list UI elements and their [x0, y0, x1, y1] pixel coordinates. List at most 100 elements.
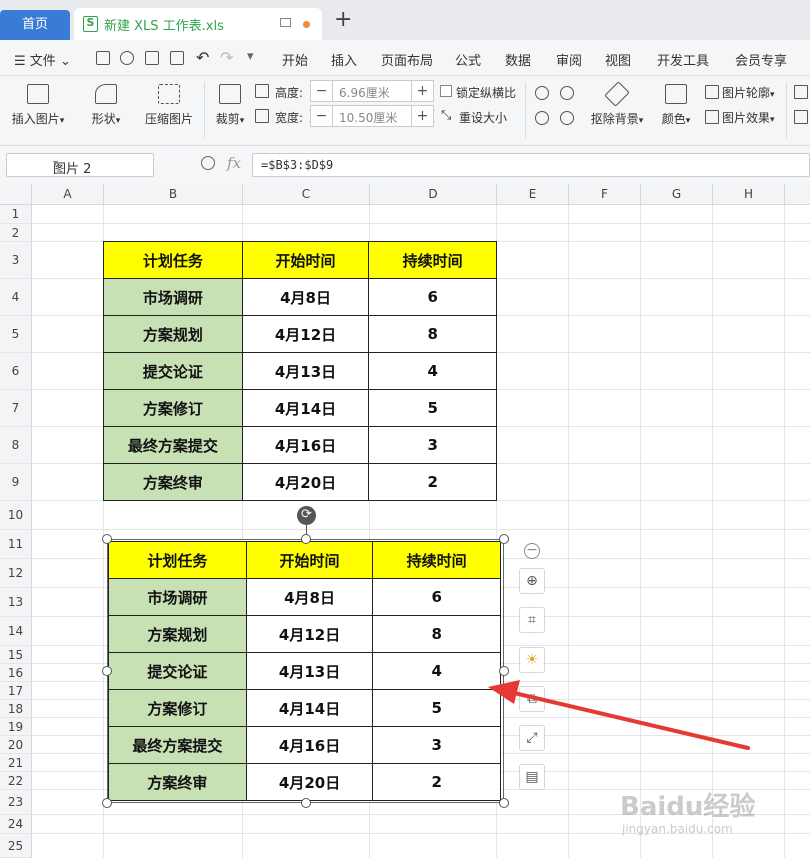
compress-picture-button[interactable]: 压缩图片	[140, 80, 198, 127]
format-painter-icon[interactable]	[120, 51, 134, 65]
header-cell[interactable]: 持续时间	[368, 241, 497, 279]
start-date-cell[interactable]: 4月12日	[241, 315, 370, 353]
brightness-down-icon[interactable]	[535, 111, 549, 125]
print-icon[interactable]	[145, 51, 159, 65]
lock-ratio-checkbox[interactable]	[440, 85, 452, 97]
resize-handle-right[interactable]	[499, 666, 509, 676]
start-date-cell[interactable]: 4月13日	[241, 352, 370, 390]
height-spinner[interactable]: − 6.96厘米 +	[310, 80, 434, 102]
height-value[interactable]: 6.96厘米	[339, 84, 390, 101]
picture-outline-button[interactable]: 图片轮廓▾	[722, 84, 775, 101]
resize-handle-top-right[interactable]	[499, 534, 509, 544]
row-header[interactable]: 2	[0, 224, 32, 242]
height-increment-button[interactable]: +	[411, 81, 433, 101]
brightness-up-icon[interactable]	[535, 86, 549, 100]
menu-page-layout[interactable]: 页面布局	[381, 50, 433, 69]
contrast-down-icon[interactable]	[560, 111, 574, 125]
row-header[interactable]: 24	[0, 815, 32, 834]
column-header-c[interactable]: C	[243, 184, 370, 205]
row-header[interactable]: 11	[0, 530, 32, 559]
row-header[interactable]: 6	[0, 353, 32, 390]
duration-cell[interactable]: 8	[368, 315, 497, 353]
more-tools-icon[interactable]	[794, 110, 808, 124]
customize-icon[interactable]: ▾	[247, 49, 254, 64]
resize-handle-top-left[interactable]	[102, 534, 112, 544]
column-header-h[interactable]: H	[713, 184, 785, 205]
column-header-g[interactable]: G	[641, 184, 713, 205]
row-header[interactable]: 22	[0, 772, 32, 790]
row-header[interactable]: 20	[0, 736, 32, 754]
formula-input[interactable]: =$B$3:$D$9	[252, 153, 810, 177]
task-cell[interactable]: 提交论证	[103, 352, 243, 390]
start-date-cell[interactable]: 4月8日	[241, 278, 370, 316]
row-header[interactable]: 15	[0, 646, 32, 664]
row-header[interactable]: 13	[0, 588, 32, 617]
menu-member[interactable]: 会员专享	[735, 50, 787, 69]
row-header[interactable]: 18	[0, 700, 32, 718]
new-tab-button[interactable]: +	[334, 9, 352, 31]
print-preview-icon[interactable]	[170, 51, 184, 65]
save-icon[interactable]	[96, 51, 110, 65]
duration-cell[interactable]: 2	[368, 463, 497, 501]
chevron-down-icon[interactable]: ▾	[53, 158, 149, 169]
task-cell[interactable]: 方案终审	[103, 463, 243, 501]
home-tab[interactable]: 首页	[0, 10, 70, 40]
crop-button[interactable]: 裁剪▾	[210, 80, 250, 127]
start-date-cell[interactable]: 4月14日	[241, 389, 370, 427]
resize-handle-left[interactable]	[102, 666, 112, 676]
duration-cell[interactable]: 5	[368, 389, 497, 427]
width-value[interactable]: 10.50厘米	[339, 109, 397, 126]
header-cell[interactable]: 计划任务	[103, 241, 243, 279]
row-header[interactable]: 16	[0, 664, 32, 682]
row-header[interactable]: 10	[0, 501, 32, 530]
resize-handle-bottom-left[interactable]	[102, 798, 112, 808]
row-header[interactable]: 3	[0, 242, 32, 279]
lightbulb-icon[interactable]: ☀	[519, 647, 545, 673]
contrast-up-icon[interactable]	[560, 86, 574, 100]
file-menu[interactable]: ☰ 文件 ⌄	[14, 50, 71, 69]
menu-view[interactable]: 视图	[605, 50, 631, 69]
screen-icon[interactable]	[280, 18, 291, 27]
zoom-icon[interactable]	[201, 156, 215, 170]
more-tools-icon[interactable]	[794, 85, 808, 99]
redo-icon[interactable]: ↷	[220, 48, 233, 67]
menu-start[interactable]: 开始	[282, 50, 308, 69]
crop-icon[interactable]: ⌗	[519, 607, 545, 633]
width-increment-button[interactable]: +	[411, 106, 433, 126]
file-tab[interactable]: S 新建 XLS 工作表.xls	[74, 8, 322, 40]
column-header-d[interactable]: D	[370, 184, 497, 205]
width-decrement-button[interactable]: −	[311, 106, 333, 126]
fx-icon[interactable]: fx	[227, 154, 241, 172]
row-header[interactable]: 1	[0, 205, 32, 224]
row-header[interactable]: 25	[0, 834, 32, 858]
menu-formula[interactable]: 公式	[455, 50, 481, 69]
row-header[interactable]: 5	[0, 316, 32, 353]
row-header[interactable]: 7	[0, 390, 32, 427]
reset-size-button[interactable]: 重设大小	[459, 109, 507, 126]
row-header[interactable]: 17	[0, 682, 32, 700]
row-header[interactable]: 21	[0, 754, 32, 772]
start-date-cell[interactable]: 4月20日	[241, 463, 370, 501]
row-header[interactable]: 9	[0, 464, 32, 501]
zoom-in-icon[interactable]: ⊕	[519, 568, 545, 594]
task-cell[interactable]: 最终方案提交	[103, 426, 243, 464]
task-cell[interactable]: 方案规划	[103, 315, 243, 353]
duration-cell[interactable]: 6	[368, 278, 497, 316]
shape-button[interactable]: 形状▾	[84, 80, 128, 127]
row-header[interactable]: 19	[0, 718, 32, 736]
name-box[interactable]: 图片 2 ▾	[6, 153, 154, 177]
column-header-e[interactable]: E	[497, 184, 569, 205]
undo-icon[interactable]: ↶	[196, 48, 209, 67]
resize-handle-bottom-right[interactable]	[499, 798, 509, 808]
duration-cell[interactable]: 3	[368, 426, 497, 464]
menu-developer[interactable]: 开发工具	[657, 50, 709, 69]
row-header[interactable]: 4	[0, 279, 32, 316]
row-header[interactable]: 12	[0, 559, 32, 588]
duration-cell[interactable]: 4	[368, 352, 497, 390]
row-header[interactable]: 8	[0, 427, 32, 464]
collapse-toolbar-icon[interactable]: −	[524, 543, 540, 559]
task-cell[interactable]: 方案修订	[103, 389, 243, 427]
select-all-corner[interactable]	[0, 184, 32, 205]
height-decrement-button[interactable]: −	[311, 81, 333, 101]
row-header[interactable]: 23	[0, 790, 32, 815]
